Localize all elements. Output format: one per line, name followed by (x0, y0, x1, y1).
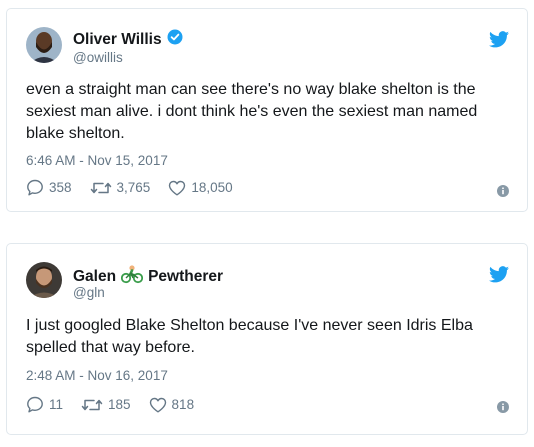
display-name-first[interactable]: Galen (73, 268, 116, 286)
bicycle-icon (120, 264, 144, 289)
info-icon[interactable] (497, 400, 509, 413)
reply-count: 11 (49, 397, 64, 412)
twitter-bird-icon[interactable] (489, 266, 509, 288)
display-name-last[interactable]: Pewtherer (148, 268, 223, 286)
like-button[interactable]: 18,050 (168, 180, 233, 196)
info-icon[interactable] (497, 184, 509, 197)
tweet-text: even a straight man can see there's no w… (26, 81, 478, 142)
like-button[interactable]: 818 (149, 397, 195, 413)
retweet-button[interactable]: 3,765 (90, 180, 151, 196)
like-count: 18,050 (191, 180, 233, 195)
retweet-icon (81, 397, 103, 413)
display-name[interactable]: Oliver Willis (73, 31, 162, 49)
tweet-actions: 358 3,765 18,050 (26, 179, 251, 196)
retweet-count: 3,765 (116, 180, 151, 195)
reply-button[interactable]: 11 (26, 396, 63, 413)
tweet-timestamp[interactable]: 2:48 AM - Nov 16, 2017 (26, 368, 168, 383)
twitter-bird-icon[interactable] (489, 31, 509, 53)
tweet-actions: 11 185 818 (26, 396, 212, 413)
reply-icon (26, 396, 44, 413)
reply-icon (26, 179, 44, 196)
retweet-count: 185 (108, 397, 131, 412)
user-handle[interactable]: @owillis (73, 50, 123, 65)
retweet-icon (90, 180, 112, 196)
tweet-text: I just googled Blake Shelton because I'v… (26, 317, 473, 356)
retweet-button[interactable]: 185 (81, 397, 131, 413)
reply-count: 358 (49, 180, 72, 195)
tweet-timestamp[interactable]: 6:46 AM - Nov 15, 2017 (26, 153, 168, 168)
heart-icon (149, 397, 167, 413)
user-handle[interactable]: @gln (73, 285, 105, 300)
tweet-card[interactable]: Oliver Willis @owillis even a straight m… (6, 8, 528, 212)
like-count: 818 (171, 397, 195, 412)
heart-icon (168, 180, 186, 196)
avatar[interactable] (26, 262, 62, 298)
avatar[interactable] (26, 27, 62, 63)
tweet-card[interactable]: Galen Pewtherer @gln I just googled Blak… (6, 243, 528, 435)
verified-badge-icon (167, 29, 183, 50)
reply-button[interactable]: 358 (26, 179, 72, 196)
